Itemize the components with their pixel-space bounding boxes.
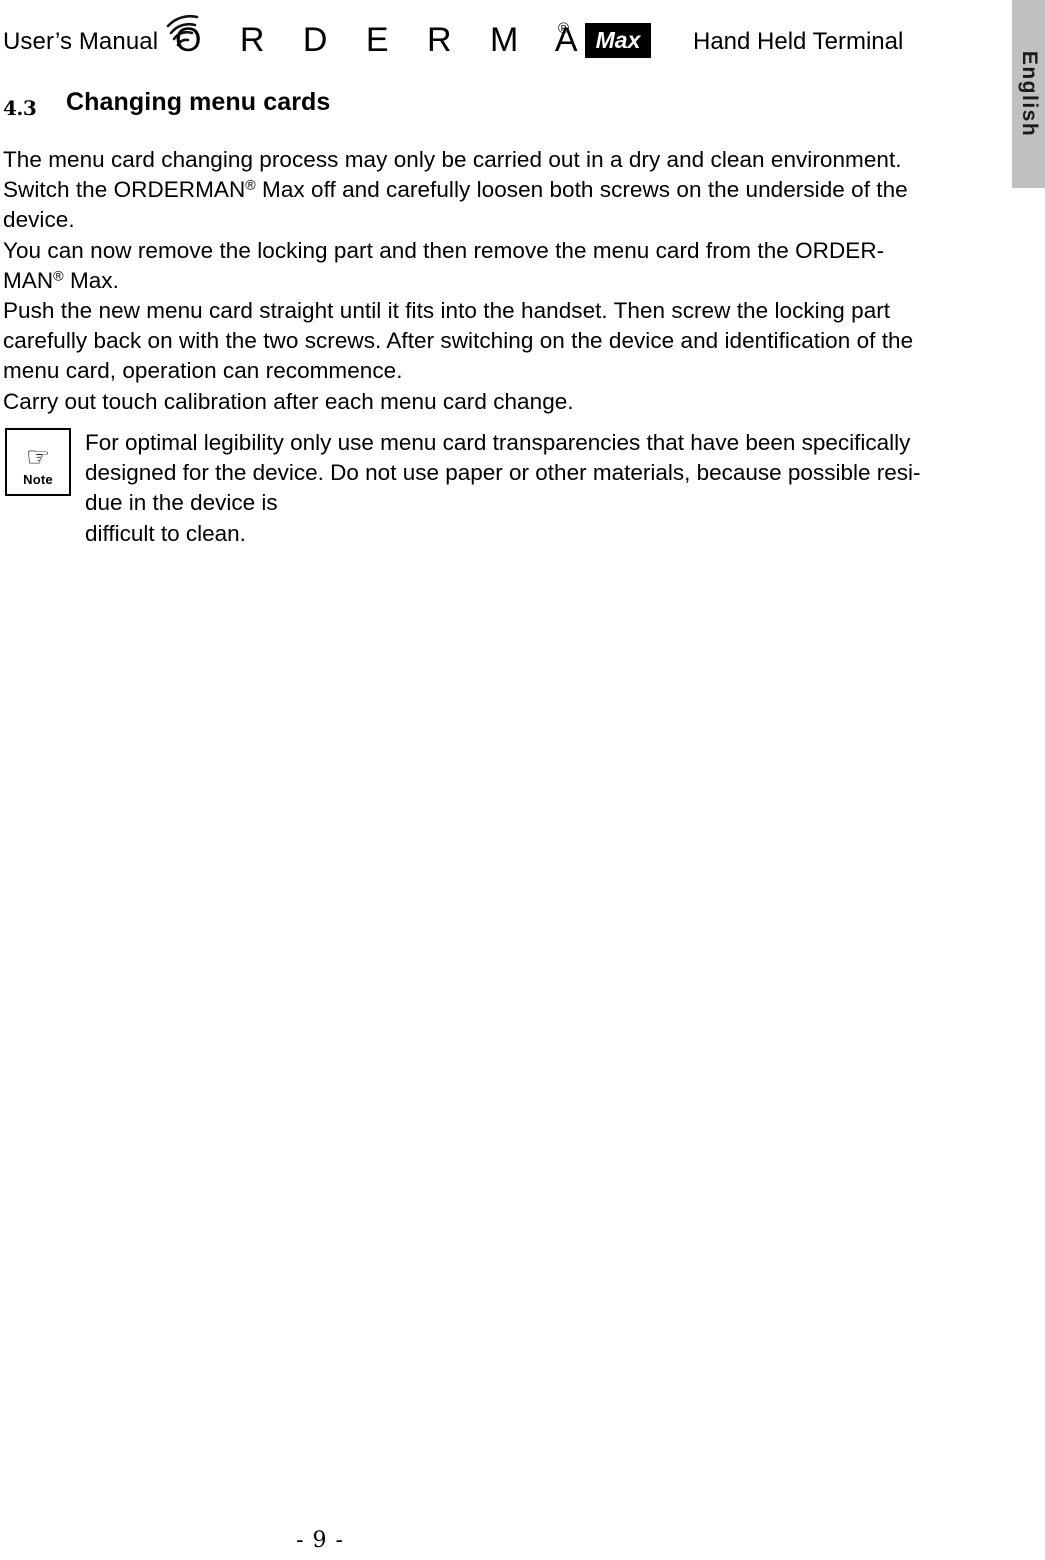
- page-number-footer: - 9 -: [296, 1528, 344, 1553]
- header-left-label: User’s Manual: [3, 28, 159, 55]
- document-page: User’s Manual O R D E R M A N ® Max Hand…: [0, 0, 1000, 1560]
- header-right-label: Hand Held Terminal: [693, 28, 904, 55]
- note-line: difficult to clean.: [85, 520, 246, 546]
- body-line: menu card, operation can recommence.: [3, 358, 403, 384]
- body-line: carefully back on with the two screws. A…: [3, 328, 914, 354]
- language-tab-label: English: [1017, 50, 1041, 138]
- body-line: Carry out touch calibration after each m…: [3, 388, 574, 414]
- body-line: Switch the ORDERMAN® Max off and careful…: [3, 177, 908, 203]
- note-label: Note: [23, 472, 53, 487]
- body-paragraph: The menu card changing process may only …: [3, 145, 948, 417]
- body-line: The menu card changing process may only …: [3, 147, 902, 172]
- max-badge-label: Max: [595, 26, 641, 53]
- section-number: 4.3: [3, 96, 37, 120]
- pointing-hand-icon: ☞: [25, 442, 51, 473]
- max-badge: Max: [585, 23, 651, 58]
- body-line: MAN® Max.: [3, 267, 119, 293]
- body-line: You can now remove the locking part and …: [3, 237, 885, 263]
- document-header: User’s Manual O R D E R M A N ® Max Hand…: [3, 14, 963, 70]
- note-text: For optimal legibility only use menu car…: [85, 428, 945, 549]
- section-title: Changing menu cards: [66, 88, 331, 116]
- brand-wordmark: O R D E R M A N: [175, 21, 654, 59]
- body-line: Push the new menu card straight until it…: [3, 298, 891, 324]
- body-line: device.: [3, 207, 75, 233]
- section-heading: 4.3 Changing menu cards: [3, 88, 903, 122]
- language-tab-english: English: [1012, 0, 1045, 188]
- orderman-logo: O R D E R M A N ® Max: [155, 14, 655, 70]
- registered-trademark-icon: ®: [558, 20, 570, 37]
- note-line: due in the device is: [85, 490, 278, 516]
- note-icon-box: ☞ Note: [5, 428, 71, 496]
- note-line: For optimal legibility only use menu car…: [85, 430, 911, 455]
- note-line: designed for the device. Do not use pape…: [85, 460, 921, 486]
